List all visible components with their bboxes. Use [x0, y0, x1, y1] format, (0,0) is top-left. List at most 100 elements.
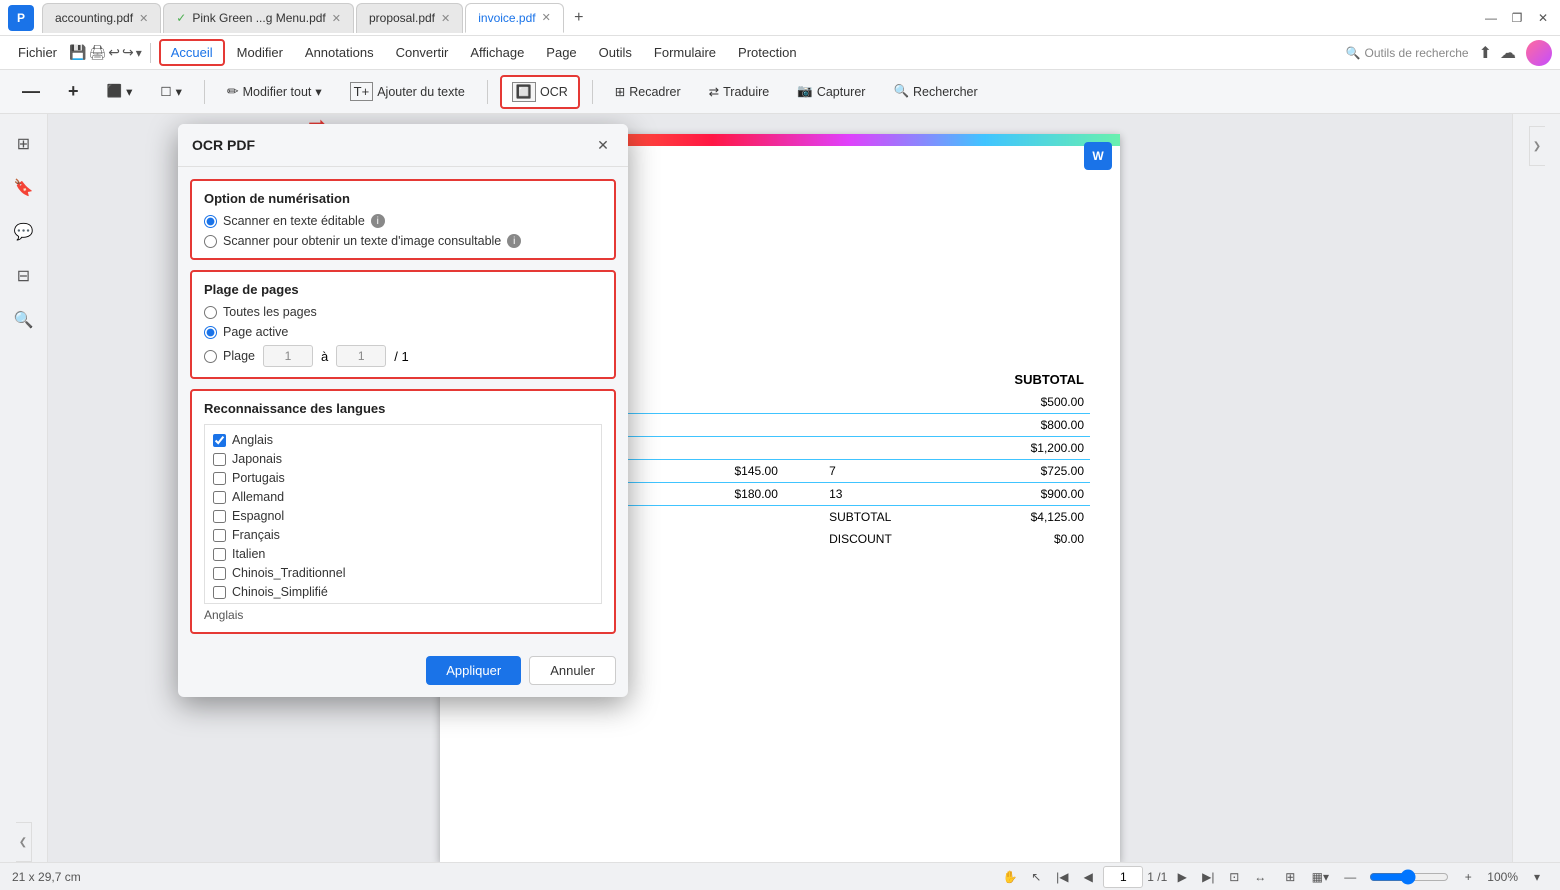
hand-tool-icon[interactable]: ✋ — [999, 866, 1021, 888]
range-to-input[interactable] — [336, 345, 386, 367]
lang-francais[interactable]: Français — [213, 528, 593, 542]
scan-editable-info-icon[interactable]: i — [371, 214, 385, 228]
fit-width-button[interactable]: ↔ — [1249, 866, 1271, 888]
sidebar-layers-icon[interactable]: ⊟ — [6, 258, 42, 294]
tab-close-invoice[interactable]: ✕ — [542, 11, 551, 24]
zoom-dropdown-button[interactable]: ▾ — [1526, 866, 1548, 888]
tab-invoice[interactable]: invoice.pdf ✕ — [465, 3, 564, 33]
page-layout-button[interactable]: ▦▾ — [1309, 866, 1331, 888]
active-page-radio[interactable] — [204, 326, 217, 339]
menu-accueil[interactable]: Accueil — [159, 39, 225, 66]
apply-button[interactable]: Appliquer — [426, 656, 521, 685]
all-pages-option[interactable]: Toutes les pages — [204, 305, 602, 319]
lang-japonais[interactable]: Japonais — [213, 452, 593, 466]
dialog-close-button[interactable]: ✕ — [592, 134, 614, 156]
add-tab-button[interactable]: + — [566, 5, 592, 31]
fit-page-button[interactable]: ⊡ — [1223, 866, 1245, 888]
share-icon[interactable]: ⬆ — [1479, 43, 1492, 63]
ajouter-texte-button[interactable]: T+ Ajouter du texte — [340, 77, 475, 106]
search-tools[interactable]: 🔍 Outils de recherche — [1346, 46, 1469, 60]
menu-modifier[interactable]: Modifier — [227, 41, 293, 64]
zoom-slider[interactable] — [1369, 869, 1449, 885]
sidebar-comment-icon[interactable]: 💬 — [6, 214, 42, 250]
lang-anglais[interactable]: Anglais — [213, 433, 593, 447]
zoom-in-button[interactable]: + — [58, 76, 89, 107]
shape-button[interactable]: ☐▾ — [150, 79, 192, 104]
tab-accounting[interactable]: accounting.pdf ✕ — [42, 3, 161, 33]
menu-protection[interactable]: Protection — [728, 41, 807, 64]
scan-editable-radio[interactable] — [204, 215, 217, 228]
lang-chinois-simp-checkbox[interactable] — [213, 586, 226, 599]
lang-portugais-checkbox[interactable] — [213, 472, 226, 485]
capturer-button[interactable]: 📷 Capturer — [787, 79, 875, 104]
first-page-button[interactable]: |◀ — [1051, 866, 1073, 888]
lang-italien-checkbox[interactable] — [213, 548, 226, 561]
fichier-menu[interactable]: Fichier — [8, 41, 67, 64]
tab-pink-green[interactable]: ✓ Pink Green ...g Menu.pdf ✕ — [163, 3, 354, 33]
menu-convertir[interactable]: Convertir — [386, 41, 459, 64]
next-page-button[interactable]: ▶ — [1171, 866, 1193, 888]
minimize-button[interactable]: — — [1482, 9, 1500, 27]
lang-chinois-trad[interactable]: Chinois_Traditionnel — [213, 566, 593, 580]
prev-page-button[interactable]: ◀ — [1077, 866, 1099, 888]
active-page-option[interactable]: Page active — [204, 325, 602, 339]
tab-close-proposal[interactable]: ✕ — [441, 12, 450, 25]
sidebar-expand-right[interactable]: ❯ — [1529, 126, 1545, 166]
lang-japonais-checkbox[interactable] — [213, 453, 226, 466]
close-button[interactable]: ✕ — [1534, 9, 1552, 27]
save-icon[interactable]: 💾 — [69, 44, 86, 61]
all-pages-radio[interactable] — [204, 306, 217, 319]
tab-close-accounting[interactable]: ✕ — [139, 12, 148, 25]
sidebar-expand-left[interactable]: ❮ — [16, 822, 32, 862]
lang-portugais[interactable]: Portugais — [213, 471, 593, 485]
menu-formulaire[interactable]: Formulaire — [644, 41, 726, 64]
lang-francais-checkbox[interactable] — [213, 529, 226, 542]
lang-allemand-checkbox[interactable] — [213, 491, 226, 504]
pointer-tool-icon[interactable]: ↖ — [1025, 866, 1047, 888]
scan-editable-option[interactable]: Scanner en texte éditable i — [204, 214, 602, 228]
print-icon[interactable]: 🖨 — [88, 44, 106, 61]
page-number-input[interactable] — [1103, 866, 1143, 888]
sidebar-bookmark-icon[interactable]: 🔖 — [6, 170, 42, 206]
sidebar-pages-icon[interactable]: ⊞ — [6, 126, 42, 162]
menu-outils[interactable]: Outils — [589, 41, 642, 64]
cloud-icon[interactable]: ☁ — [1500, 43, 1516, 63]
lang-italien[interactable]: Italien — [213, 547, 593, 561]
last-page-button[interactable]: ▶| — [1197, 866, 1219, 888]
undo-icon[interactable]: ↩ — [108, 44, 120, 61]
cancel-button[interactable]: Annuler — [529, 656, 616, 685]
lang-anglais-checkbox[interactable] — [213, 434, 226, 447]
language-list[interactable]: Anglais Japonais Portugais — [204, 424, 602, 604]
recadrer-button[interactable]: ⊞ Recadrer — [605, 79, 691, 104]
tab-proposal[interactable]: proposal.pdf ✕ — [356, 3, 463, 33]
sidebar-search-icon[interactable]: 🔍 — [6, 302, 42, 338]
zoom-out-button[interactable]: — — [12, 76, 50, 107]
scan-image-info-icon[interactable]: i — [507, 234, 521, 248]
lang-espagnol-checkbox[interactable] — [213, 510, 226, 523]
zoom-in-status-button[interactable]: + — [1457, 866, 1479, 888]
zoom-out-status-button[interactable]: — — [1339, 866, 1361, 888]
menu-annotations[interactable]: Annotations — [295, 41, 384, 64]
view-mode-button[interactable]: ⊞ — [1279, 866, 1301, 888]
range-radio-option[interactable]: Plage — [204, 349, 255, 363]
rechercher-button[interactable]: 🔍 Rechercher — [883, 79, 987, 104]
restore-button[interactable]: ❐ — [1508, 9, 1526, 27]
lang-chinois-trad-checkbox[interactable] — [213, 567, 226, 580]
select-mode-button[interactable]: ⬛▾ — [97, 79, 143, 104]
modifier-tout-button[interactable]: ✏ Modifier tout ▾ — [217, 78, 332, 105]
dropdown-icon[interactable]: ▾ — [136, 46, 142, 60]
ocr-button[interactable]: 🔲 OCR — [500, 75, 580, 109]
range-radio[interactable] — [204, 350, 217, 363]
menu-affichage[interactable]: Affichage — [460, 41, 534, 64]
redo-icon[interactable]: ↪ — [122, 44, 134, 61]
lang-chinois-simp[interactable]: Chinois_Simplifié — [213, 585, 593, 599]
scan-image-option[interactable]: Scanner pour obtenir un texte d'image co… — [204, 234, 602, 248]
scan-image-radio[interactable] — [204, 235, 217, 248]
lang-espagnol[interactable]: Espagnol — [213, 509, 593, 523]
tab-close-pink[interactable]: ✕ — [332, 12, 341, 25]
user-avatar[interactable] — [1526, 40, 1552, 66]
traduire-button[interactable]: ⇄ Traduire — [699, 79, 780, 104]
menu-page[interactable]: Page — [536, 41, 586, 64]
range-from-input[interactable] — [263, 345, 313, 367]
lang-allemand[interactable]: Allemand — [213, 490, 593, 504]
